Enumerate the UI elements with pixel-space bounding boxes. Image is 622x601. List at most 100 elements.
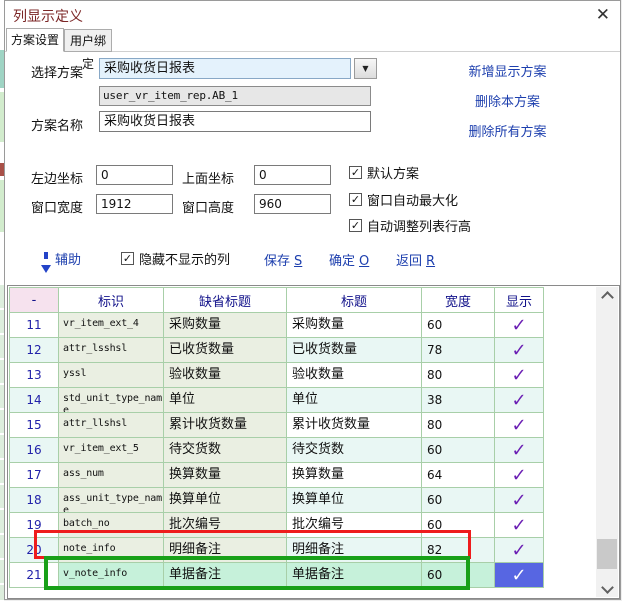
- cell-display[interactable]: ✓: [495, 313, 544, 338]
- cell-title[interactable]: 已收货数量: [287, 338, 422, 363]
- cell-default-title[interactable]: 明细备注: [164, 538, 287, 563]
- cell-row-number[interactable]: 15: [10, 413, 59, 438]
- cell-display[interactable]: ✓: [495, 413, 544, 438]
- add-scheme-link[interactable]: 新增显示方案: [468, 61, 546, 80]
- cell-default-title[interactable]: 单据备注: [164, 563, 287, 588]
- cell-default-title[interactable]: 已收货数量: [164, 338, 287, 363]
- header-title[interactable]: 标题: [287, 288, 422, 313]
- cell-title[interactable]: 验收数量: [287, 363, 422, 388]
- cell-default-title[interactable]: 采购数量: [164, 313, 287, 338]
- cell-display[interactable]: ✓: [495, 488, 544, 513]
- cell-display[interactable]: ✓: [495, 438, 544, 463]
- cell-default-title[interactable]: 批次编号: [164, 513, 287, 538]
- left-coord-input[interactable]: 0: [96, 165, 173, 185]
- cell-width[interactable]: 64: [422, 463, 495, 488]
- window-height-input[interactable]: 960: [254, 194, 331, 214]
- cell-row-number[interactable]: 18: [10, 488, 59, 513]
- window-width-input[interactable]: 1912: [96, 194, 173, 214]
- scroll-down-icon[interactable]: [596, 581, 618, 597]
- cell-display[interactable]: ✓: [495, 513, 544, 538]
- cell-default-title[interactable]: 验收数量: [164, 363, 287, 388]
- header-display[interactable]: 显示: [495, 288, 544, 313]
- cell-title[interactable]: 待交货数: [287, 438, 422, 463]
- tab-scheme-settings[interactable]: 方案设置: [6, 28, 64, 52]
- cell-identifier[interactable]: v_note_info: [59, 563, 164, 588]
- cell-identifier[interactable]: note_info: [59, 538, 164, 563]
- header-row-number[interactable]: -: [10, 288, 59, 313]
- cell-display[interactable]: ✓: [495, 538, 544, 563]
- ok-button[interactable]: 确定O: [329, 250, 369, 269]
- vertical-scrollbar[interactable]: [596, 287, 618, 597]
- cell-width[interactable]: 80: [422, 363, 495, 388]
- check-icon: ✓: [511, 340, 526, 361]
- cell-default-title[interactable]: 累计收货数量: [164, 413, 287, 438]
- cell-title[interactable]: 换算单位: [287, 488, 422, 513]
- cell-display[interactable]: ✓: [495, 363, 544, 388]
- cell-title[interactable]: 换算数量: [287, 463, 422, 488]
- checkbox-check-icon: ✓: [349, 193, 362, 206]
- cell-row-number[interactable]: 14: [10, 388, 59, 413]
- cell-identifier[interactable]: yssl: [59, 363, 164, 388]
- cell-identifier[interactable]: attr_llshsl: [59, 413, 164, 438]
- cell-width[interactable]: 78: [422, 338, 495, 363]
- scroll-up-icon[interactable]: [596, 287, 618, 303]
- cell-display[interactable]: ✓: [495, 388, 544, 413]
- cell-row-number[interactable]: 13: [10, 363, 59, 388]
- top-coord-input[interactable]: 0: [254, 165, 331, 185]
- auto-row-height-checkbox[interactable]: ✓ 自动调整列表行高: [349, 216, 471, 235]
- close-icon[interactable]: ✕: [596, 5, 610, 25]
- cell-row-number[interactable]: 20: [10, 538, 59, 563]
- cell-title[interactable]: 批次编号: [287, 513, 422, 538]
- delete-all-schemes-link[interactable]: 删除所有方案: [468, 121, 546, 140]
- cell-identifier[interactable]: ass_num: [59, 463, 164, 488]
- cell-width[interactable]: 60: [422, 513, 495, 538]
- cell-title[interactable]: 采购数量: [287, 313, 422, 338]
- tab-user-binding[interactable]: 用户绑定: [64, 29, 112, 52]
- delete-scheme-link[interactable]: 删除本方案: [475, 91, 540, 110]
- cell-title[interactable]: 单位: [287, 388, 422, 413]
- header-default-title[interactable]: 缺省标题: [164, 288, 287, 313]
- hide-hidden-columns-checkbox[interactable]: ✓ 隐藏不显示的列: [121, 249, 230, 268]
- cell-title[interactable]: 明细备注: [287, 538, 422, 563]
- cell-identifier[interactable]: vr_item_ext_5: [59, 438, 164, 463]
- cell-width[interactable]: 60: [422, 313, 495, 338]
- scheme-dropdown[interactable]: 采购收货日报表: [99, 58, 351, 79]
- header-width[interactable]: 宽度: [422, 288, 495, 313]
- auto-maximize-checkbox[interactable]: ✓ 窗口自动最大化: [349, 190, 458, 209]
- scrollbar-thumb[interactable]: [597, 539, 617, 569]
- back-button[interactable]: 返回R: [396, 250, 435, 269]
- cell-identifier[interactable]: ass_unit_type_name: [59, 488, 164, 513]
- cell-display[interactable]: ✓: [495, 338, 544, 363]
- cell-width[interactable]: 80: [422, 413, 495, 438]
- cell-default-title[interactable]: 单位: [164, 388, 287, 413]
- cell-width[interactable]: 60: [422, 488, 495, 513]
- cell-display[interactable]: ✓: [495, 463, 544, 488]
- cell-title[interactable]: 累计收货数量: [287, 413, 422, 438]
- cell-identifier[interactable]: vr_item_ext_4: [59, 313, 164, 338]
- cell-default-title[interactable]: 换算单位: [164, 488, 287, 513]
- cell-width[interactable]: 60: [422, 563, 495, 588]
- header-identifier[interactable]: 标识: [59, 288, 164, 313]
- cell-row-number[interactable]: 21: [10, 563, 59, 588]
- auxiliary-button[interactable]: 辅助: [41, 249, 81, 268]
- save-button[interactable]: 保存S: [264, 250, 302, 269]
- cell-width[interactable]: 60: [422, 438, 495, 463]
- cell-default-title[interactable]: 待交货数: [164, 438, 287, 463]
- cell-title[interactable]: 单据备注: [287, 563, 422, 588]
- default-scheme-checkbox[interactable]: ✓ 默认方案: [349, 163, 419, 182]
- cell-display[interactable]: ✓: [495, 563, 544, 588]
- scheme-name-input[interactable]: 采购收货日报表: [99, 111, 371, 132]
- cell-identifier[interactable]: attr_lsshsl: [59, 338, 164, 363]
- cell-default-title[interactable]: 换算数量: [164, 463, 287, 488]
- cell-width[interactable]: 38: [422, 388, 495, 413]
- cell-row-number[interactable]: 19: [10, 513, 59, 538]
- cell-identifier[interactable]: batch_no: [59, 513, 164, 538]
- cell-row-number[interactable]: 17: [10, 463, 59, 488]
- cell-identifier[interactable]: std_unit_type_name: [59, 388, 164, 413]
- cell-width[interactable]: 82: [422, 538, 495, 563]
- cell-row-number[interactable]: 16: [10, 438, 59, 463]
- dropdown-arrow-icon[interactable]: ▼: [354, 58, 377, 79]
- cell-row-number[interactable]: 12: [10, 338, 59, 363]
- cell-row-number[interactable]: 11: [10, 313, 59, 338]
- checkbox-check-icon: ✓: [121, 252, 134, 265]
